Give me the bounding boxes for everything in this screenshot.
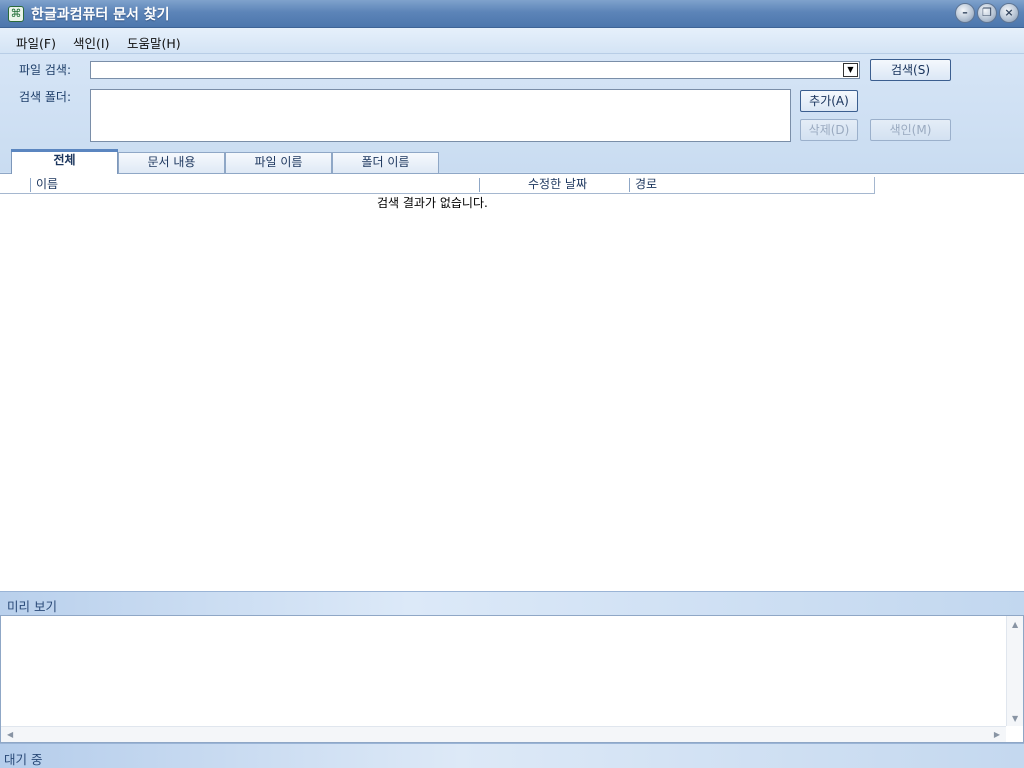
delete-button[interactable]: 삭제(D) bbox=[800, 119, 858, 141]
search-folder-label: 검색 폴더: bbox=[19, 90, 72, 104]
search-folder-list[interactable] bbox=[90, 89, 791, 142]
file-search-combobox[interactable]: ▼ bbox=[90, 61, 860, 79]
results-list[interactable]: 이름 수정한 날짜 경로 검색 결과가 없습니다. bbox=[0, 173, 1024, 591]
scroll-down-icon[interactable]: ▼ bbox=[1012, 714, 1018, 723]
tab-all[interactable]: 전체 bbox=[11, 149, 118, 174]
preview-pane[interactable]: ▲ ▼ ◀ ▶ bbox=[0, 615, 1024, 743]
close-button[interactable]: × bbox=[999, 3, 1019, 23]
tab-file-name[interactable]: 파일 이름 bbox=[225, 152, 332, 173]
dropdown-arrow-icon[interactable]: ▼ bbox=[843, 63, 858, 77]
column-header-path[interactable]: 경로 bbox=[629, 178, 657, 192]
search-button[interactable]: 검색(S) bbox=[870, 59, 951, 81]
add-button[interactable]: 추가(A) bbox=[800, 90, 858, 112]
empty-results-message: 검색 결과가 없습니다. bbox=[377, 196, 488, 210]
result-tabs: 전체 문서 내용 파일 이름 폴더 이름 bbox=[0, 149, 1024, 174]
minimize-button[interactable]: – bbox=[955, 3, 975, 23]
preview-vertical-scrollbar[interactable]: ▲ ▼ bbox=[1006, 616, 1023, 726]
menu-file[interactable]: 파일(F) bbox=[16, 33, 56, 52]
column-header-row: 이름 수정한 날짜 경로 bbox=[0, 177, 875, 194]
file-search-label: 파일 검색: bbox=[19, 63, 72, 77]
column-header-divider bbox=[874, 177, 875, 194]
column-header-modified-date[interactable]: 수정한 날짜 bbox=[479, 178, 629, 192]
index-button[interactable]: 색인(M) bbox=[870, 119, 951, 141]
preview-label: 미리 보기 bbox=[7, 599, 57, 614]
scroll-up-icon[interactable]: ▲ bbox=[1012, 620, 1018, 629]
scroll-right-icon[interactable]: ▶ bbox=[994, 730, 1000, 739]
preview-header: 미리 보기 bbox=[0, 591, 1024, 615]
restore-button[interactable]: ❐ bbox=[977, 3, 997, 23]
tab-folder-name[interactable]: 폴더 이름 bbox=[332, 152, 439, 173]
scroll-left-icon[interactable]: ◀ bbox=[7, 730, 13, 739]
menu-help[interactable]: 도움말(H) bbox=[127, 33, 181, 52]
status-text: 대기 중 bbox=[4, 752, 43, 767]
tab-document-content[interactable]: 문서 내용 bbox=[118, 152, 225, 173]
app-icon: ⌘ bbox=[8, 6, 24, 22]
window-title: 한글과컴퓨터 문서 찾기 bbox=[31, 7, 170, 23]
status-bar: 대기 중 bbox=[0, 743, 1024, 768]
menu-index[interactable]: 색인(I) bbox=[73, 33, 109, 52]
preview-horizontal-scrollbar[interactable]: ◀ ▶ bbox=[1, 726, 1006, 742]
menu-bar: 파일(F) 색인(I) 도움말(H) bbox=[0, 28, 1024, 54]
column-header-name[interactable]: 이름 bbox=[30, 178, 58, 192]
title-bar: ⌘ 한글과컴퓨터 문서 찾기 – ❐ × bbox=[0, 0, 1024, 28]
